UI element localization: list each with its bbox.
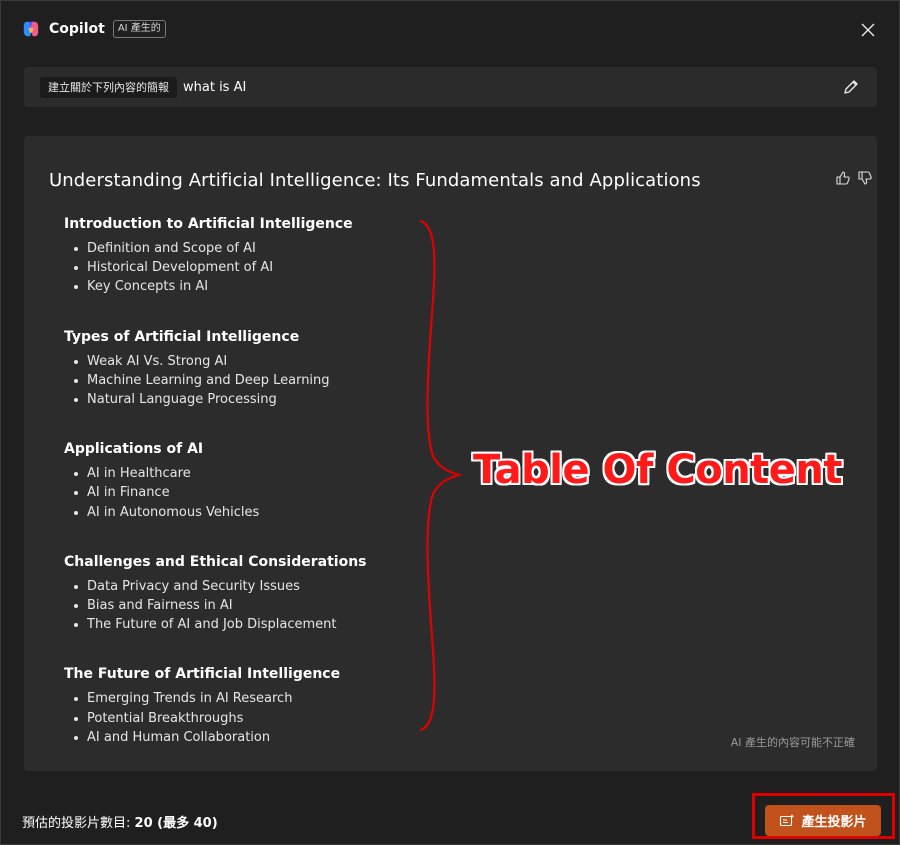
- section-item: Weak AI Vs. Strong AI: [74, 352, 404, 371]
- app-title: Copilot: [49, 21, 105, 37]
- outline-section: Types of Artificial Intelligence Weak AI…: [64, 327, 404, 410]
- section-items: Weak AI Vs. Strong AI Machine Learning a…: [64, 352, 404, 410]
- annotation-label: Table Of Content: [473, 447, 843, 493]
- outline-section: Applications of AI AI in Healthcare AI i…: [64, 439, 404, 522]
- section-heading: Introduction to Artificial Intelligence: [64, 216, 353, 232]
- thumbs-down-icon[interactable]: [857, 170, 873, 186]
- slides-sparkle-icon: [780, 813, 795, 826]
- outline-section: Challenges and Ethical Considerations Da…: [64, 552, 404, 635]
- prompt-chip: 建立關於下列內容的簡報: [40, 76, 177, 98]
- annotation-brace: [419, 219, 463, 732]
- prompt-text: what is AI: [183, 79, 247, 95]
- section-items: AI in Healthcare AI in Finance AI in Aut…: [64, 464, 404, 522]
- section-item: Definition and Scope of AI: [74, 239, 404, 258]
- section-heading: Applications of AI: [64, 441, 204, 458]
- close-button[interactable]: [854, 16, 882, 44]
- dialog-header: Copilot AI 產生的: [22, 18, 166, 40]
- section-heading: Challenges and Ethical Considerations: [64, 553, 367, 570]
- ai-generated-badge: AI 產生的: [112, 20, 166, 38]
- section-item: Natural Language Processing: [74, 390, 404, 409]
- copilot-logo-icon: [23, 21, 39, 37]
- section-item: Machine Learning and Deep Learning: [74, 371, 404, 390]
- section-heading: The Future of Artificial Intelligence: [64, 666, 341, 683]
- slide-count: 預估的投影片數目: 20 (最多 40): [22, 812, 218, 831]
- generate-slides-button[interactable]: 產生投影片: [765, 805, 881, 836]
- ai-disclaimer: AI 產生的內容可能不正確: [730, 736, 855, 749]
- section-item: AI in Autonomous Vehicles: [74, 503, 404, 522]
- close-icon: [861, 23, 875, 37]
- outline-section: The Future of Artificial Intelligence Em…: [64, 664, 404, 747]
- section-items: Definition and Scope of AI Historical De…: [64, 239, 404, 297]
- section-item: Bias and Fairness in AI: [74, 596, 404, 615]
- section-items: Data Privacy and Security Issues Bias an…: [64, 577, 404, 635]
- slide-count-value: 20 (最多 40): [134, 816, 218, 831]
- section-item: AI and Human Collaboration: [74, 728, 404, 747]
- prompt-bar: 建立關於下列內容的簡報 what is AI: [24, 67, 877, 107]
- thumbs-up-icon[interactable]: [835, 170, 851, 186]
- section-item: The Future of AI and Job Displacement: [74, 615, 404, 634]
- outline-sections: Introduction to Artificial Intelligence …: [64, 214, 404, 777]
- section-item: Data Privacy and Security Issues: [74, 577, 404, 596]
- feedback-buttons: [835, 170, 873, 186]
- section-item: Potential Breakthroughs: [74, 709, 404, 728]
- section-items: Emerging Trends in AI Research Potential…: [64, 689, 404, 747]
- generate-slides-label: 產生投影片: [801, 815, 867, 830]
- section-item: AI in Finance: [74, 483, 404, 502]
- section-item: Emerging Trends in AI Research: [74, 689, 404, 708]
- section-item: Historical Development of AI: [74, 258, 404, 277]
- outline-section: Introduction to Artificial Intelligence …: [64, 214, 404, 297]
- edit-prompt-icon[interactable]: [841, 77, 861, 97]
- section-heading: Types of Artificial Intelligence: [64, 328, 300, 345]
- slide-count-label: 預估的投影片數目:: [22, 816, 131, 831]
- section-item: AI in Healthcare: [74, 464, 404, 483]
- section-item: Key Concepts in AI: [74, 277, 404, 296]
- outline-title: Understanding Artificial Intelligence: I…: [49, 170, 701, 191]
